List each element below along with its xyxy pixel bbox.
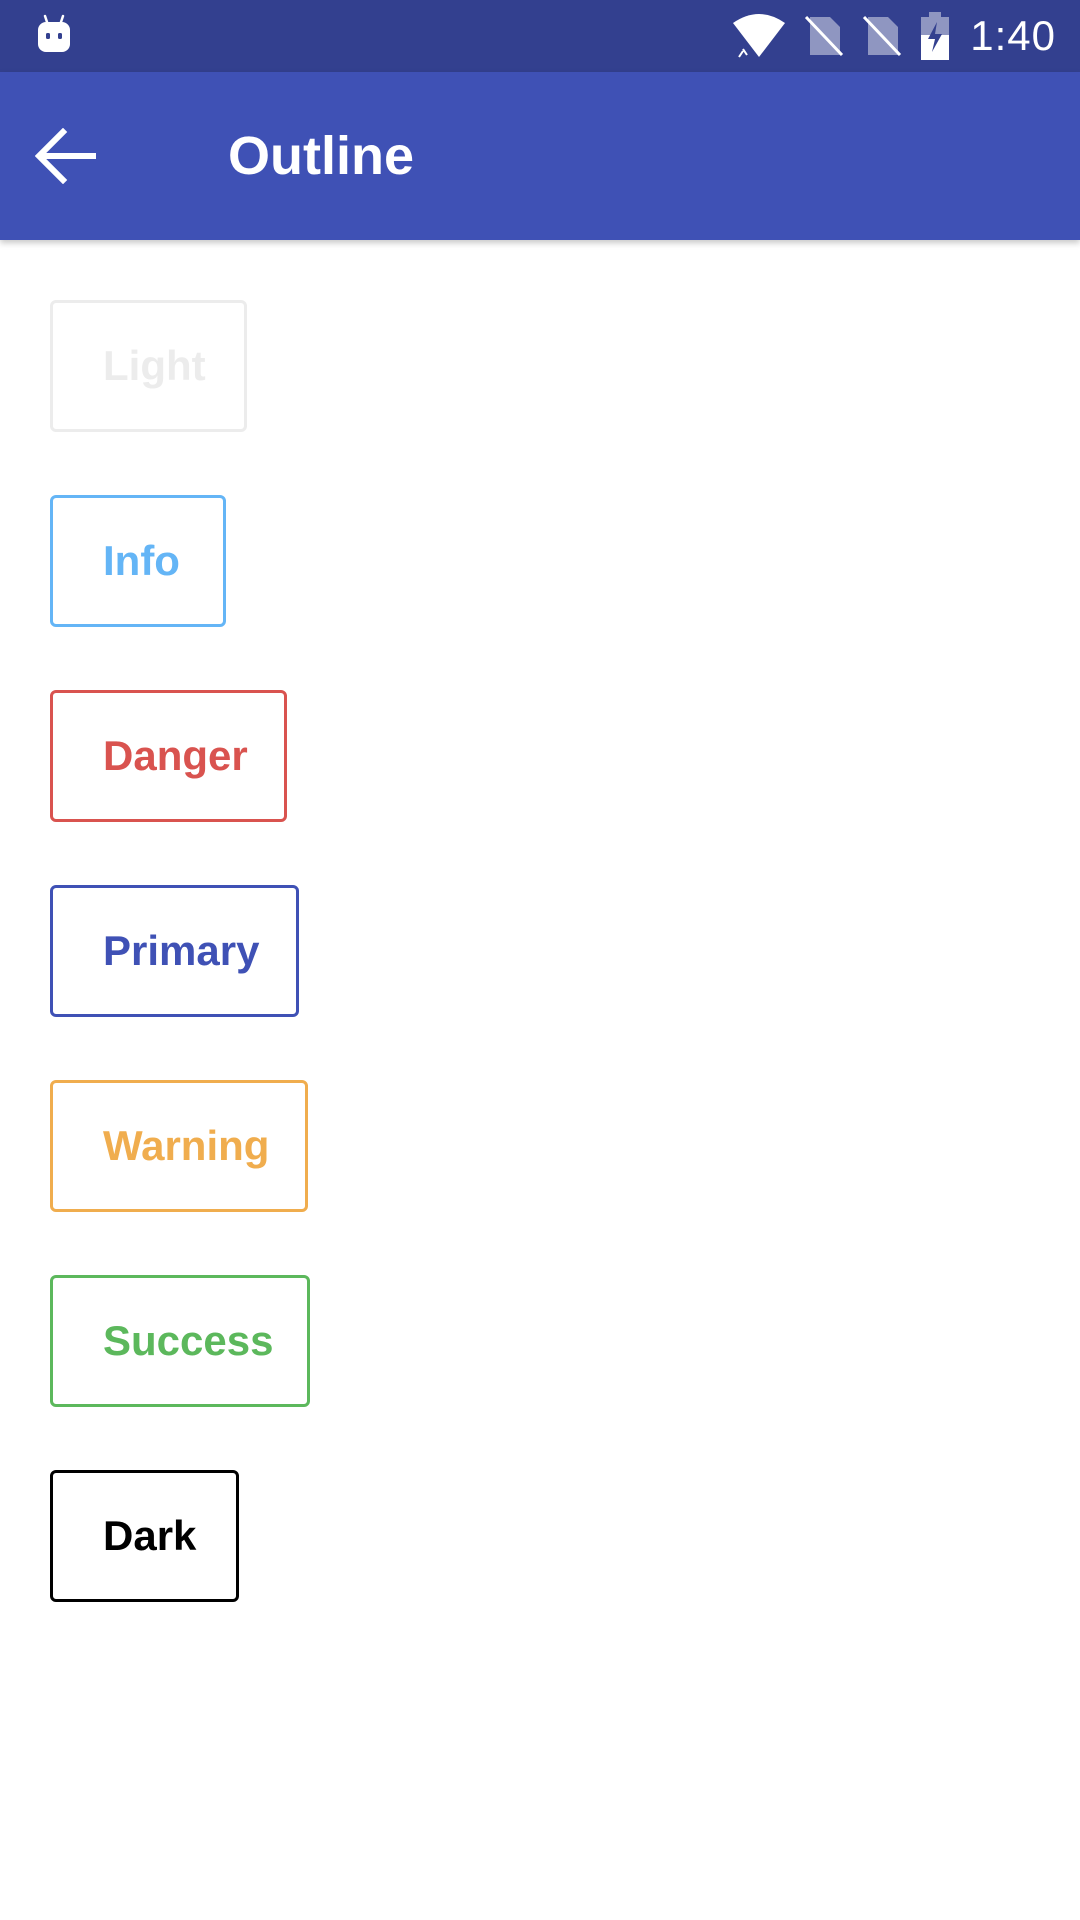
back-button[interactable] [20, 110, 112, 202]
primary-button[interactable]: Primary [50, 885, 299, 1017]
no-sim-icon [863, 15, 902, 57]
status-time: 1:40 [970, 12, 1056, 59]
success-button-label: Success [103, 1317, 274, 1364]
info-button-label: Info [103, 537, 180, 584]
status-bar: 1:40 [0, 0, 1080, 72]
light-button-label: Light [103, 342, 206, 389]
info-button[interactable]: Info [50, 495, 226, 627]
warning-button-label: Warning [103, 1122, 270, 1169]
no-sim-icon [805, 15, 844, 57]
danger-button-label: Danger [103, 732, 248, 779]
page-title: Outline [228, 126, 414, 186]
arrow-left-icon [35, 128, 96, 184]
status-icons: 1:40 [732, 0, 1056, 72]
light-button[interactable]: Light [50, 300, 247, 432]
wifi-icon [733, 14, 786, 58]
dark-button[interactable]: Dark [50, 1470, 239, 1602]
app-bar: Outline [0, 72, 1080, 240]
primary-button-label: Primary [103, 927, 260, 974]
battery-charging-icon [921, 12, 950, 60]
danger-button[interactable]: Danger [50, 690, 287, 822]
dark-button-label: Dark [103, 1512, 197, 1559]
warning-button[interactable]: Warning [50, 1080, 308, 1212]
success-button[interactable]: Success [50, 1275, 310, 1407]
android-icon [38, 14, 70, 52]
